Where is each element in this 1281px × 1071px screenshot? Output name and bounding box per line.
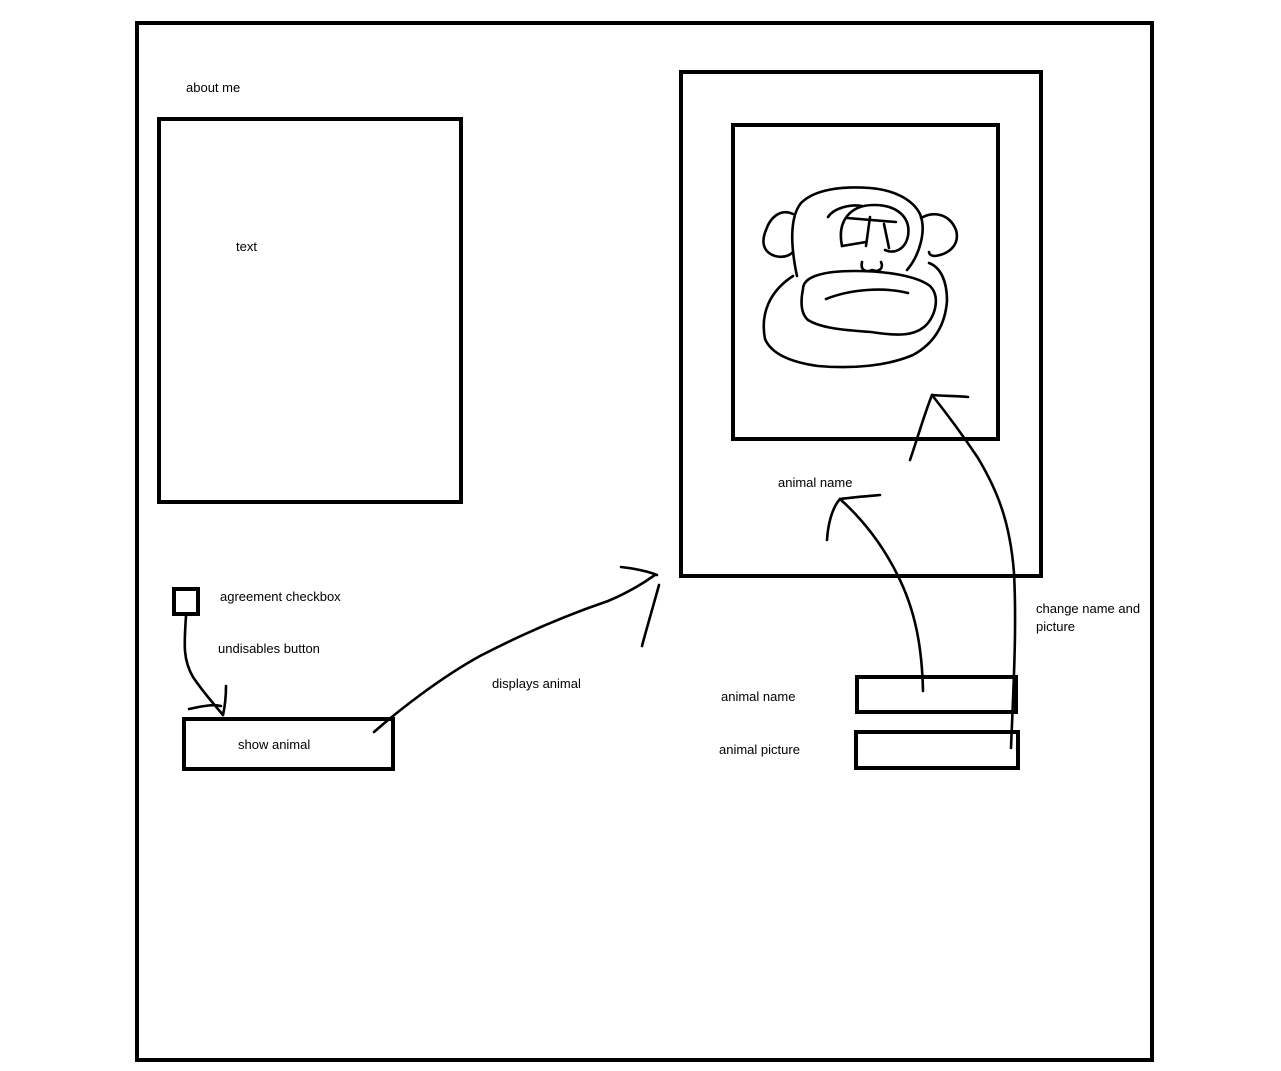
about-title: about me (186, 80, 241, 95)
agreement-checkbox[interactable] (172, 587, 200, 616)
agreement-label: agreement checkbox (220, 589, 341, 604)
displays-animal-note: displays animal (492, 676, 581, 691)
change-name-picture-note: change name and picture (1036, 601, 1141, 634)
animal-picture-frame (731, 123, 1000, 441)
animal-picture-field-label: animal picture (719, 742, 800, 757)
undisables-note: undisables button (218, 641, 320, 656)
about-text-placeholder: text (236, 239, 257, 254)
about-text-box (157, 117, 463, 504)
card-animal-name: animal name (778, 475, 853, 490)
animal-name-input[interactable] (855, 675, 1018, 714)
show-animal-button-label: show animal (238, 737, 311, 752)
show-animal-button[interactable]: show animal (182, 717, 395, 771)
animal-picture-input[interactable] (854, 730, 1020, 770)
animal-name-field-label: animal name (721, 689, 796, 704)
